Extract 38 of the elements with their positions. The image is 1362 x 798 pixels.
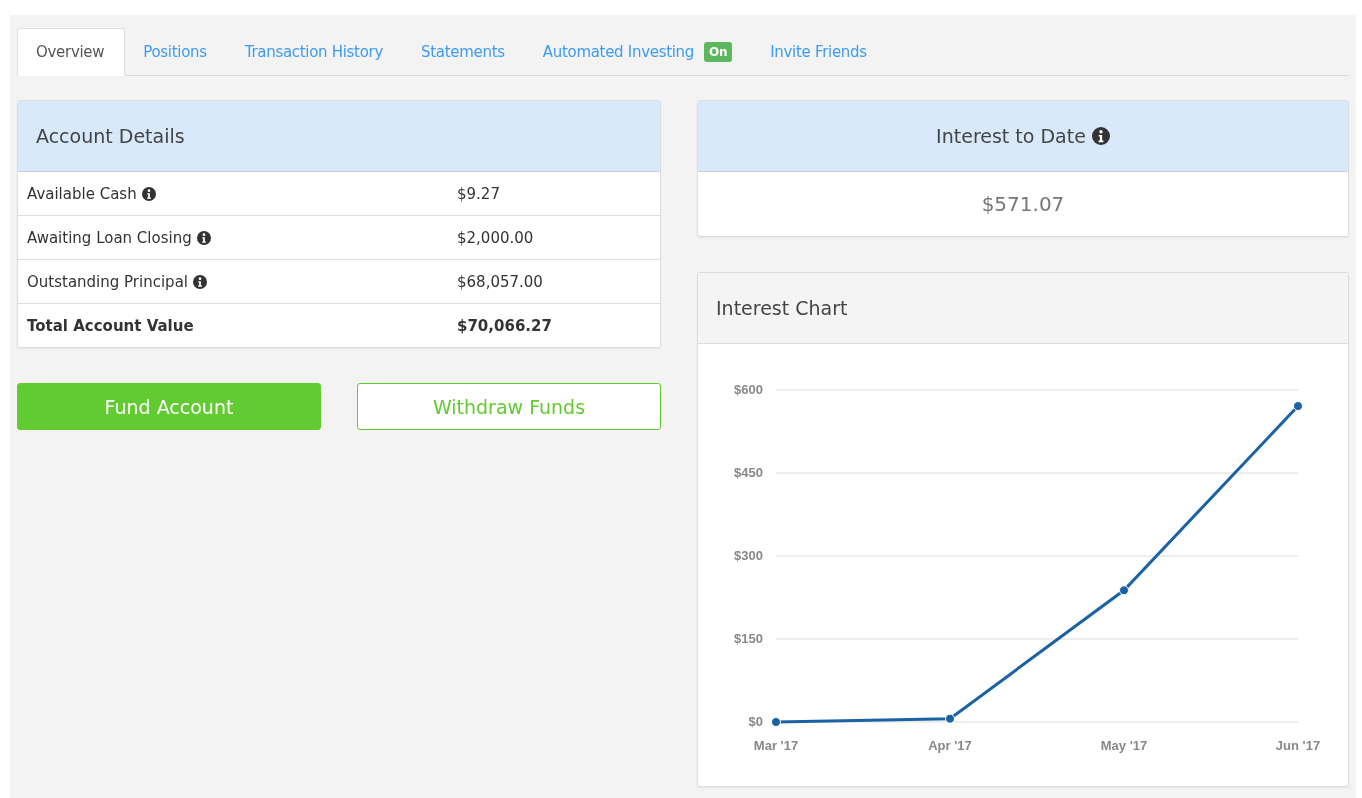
fund-button[interactable]: Fund Account bbox=[17, 383, 321, 430]
tab[interactable]: Statements bbox=[403, 28, 525, 76]
data-point bbox=[945, 713, 955, 724]
row-label: Awaiting Loan Closing bbox=[27, 228, 192, 247]
row-value: $9.27 bbox=[457, 184, 501, 203]
tab[interactable]: Invite Friends bbox=[752, 28, 887, 76]
card-title: Interest to Date bbox=[936, 125, 1086, 147]
row-label: Available Cash bbox=[27, 184, 137, 203]
interest-amount: $571.07 bbox=[981, 192, 1065, 216]
data-point bbox=[771, 717, 781, 727]
data-point bbox=[1293, 401, 1303, 412]
info-icon[interactable] bbox=[196, 230, 211, 245]
row-value: $2,000.00 bbox=[457, 228, 535, 247]
tab[interactable]: Overview bbox=[17, 28, 126, 76]
row-label: Outstanding Principal bbox=[27, 272, 188, 291]
axis-label: $0 bbox=[748, 714, 763, 729]
data-point bbox=[1119, 585, 1129, 596]
axis-label: Mar '17 bbox=[753, 738, 799, 753]
tab[interactable]: Positions bbox=[125, 28, 227, 76]
card-title: Account Details bbox=[36, 125, 185, 147]
tab[interactable]: Automated Investing On bbox=[524, 28, 753, 76]
axis-label: $600 bbox=[734, 382, 763, 397]
info-icon[interactable] bbox=[141, 186, 156, 201]
row-value: $70,066.27 bbox=[457, 316, 553, 335]
info-icon[interactable] bbox=[1091, 127, 1110, 145]
status-badge: On bbox=[704, 42, 733, 62]
axis-label: $450 bbox=[734, 465, 763, 480]
tab[interactable]: Transaction History bbox=[226, 28, 403, 76]
row-label: Total Account Value bbox=[27, 316, 194, 335]
axis-label: May '17 bbox=[1100, 738, 1148, 753]
axis-label: Apr '17 bbox=[928, 738, 972, 753]
card-title: Interest Chart bbox=[716, 297, 848, 319]
axis-label: $150 bbox=[734, 631, 763, 646]
axis-label: $300 bbox=[734, 548, 763, 563]
row-value: $68,057.00 bbox=[457, 272, 544, 291]
axis-label: Jun '17 bbox=[1275, 738, 1321, 753]
info-icon[interactable] bbox=[193, 274, 207, 289]
withdraw-button[interactable]: Withdraw Funds bbox=[357, 383, 661, 430]
